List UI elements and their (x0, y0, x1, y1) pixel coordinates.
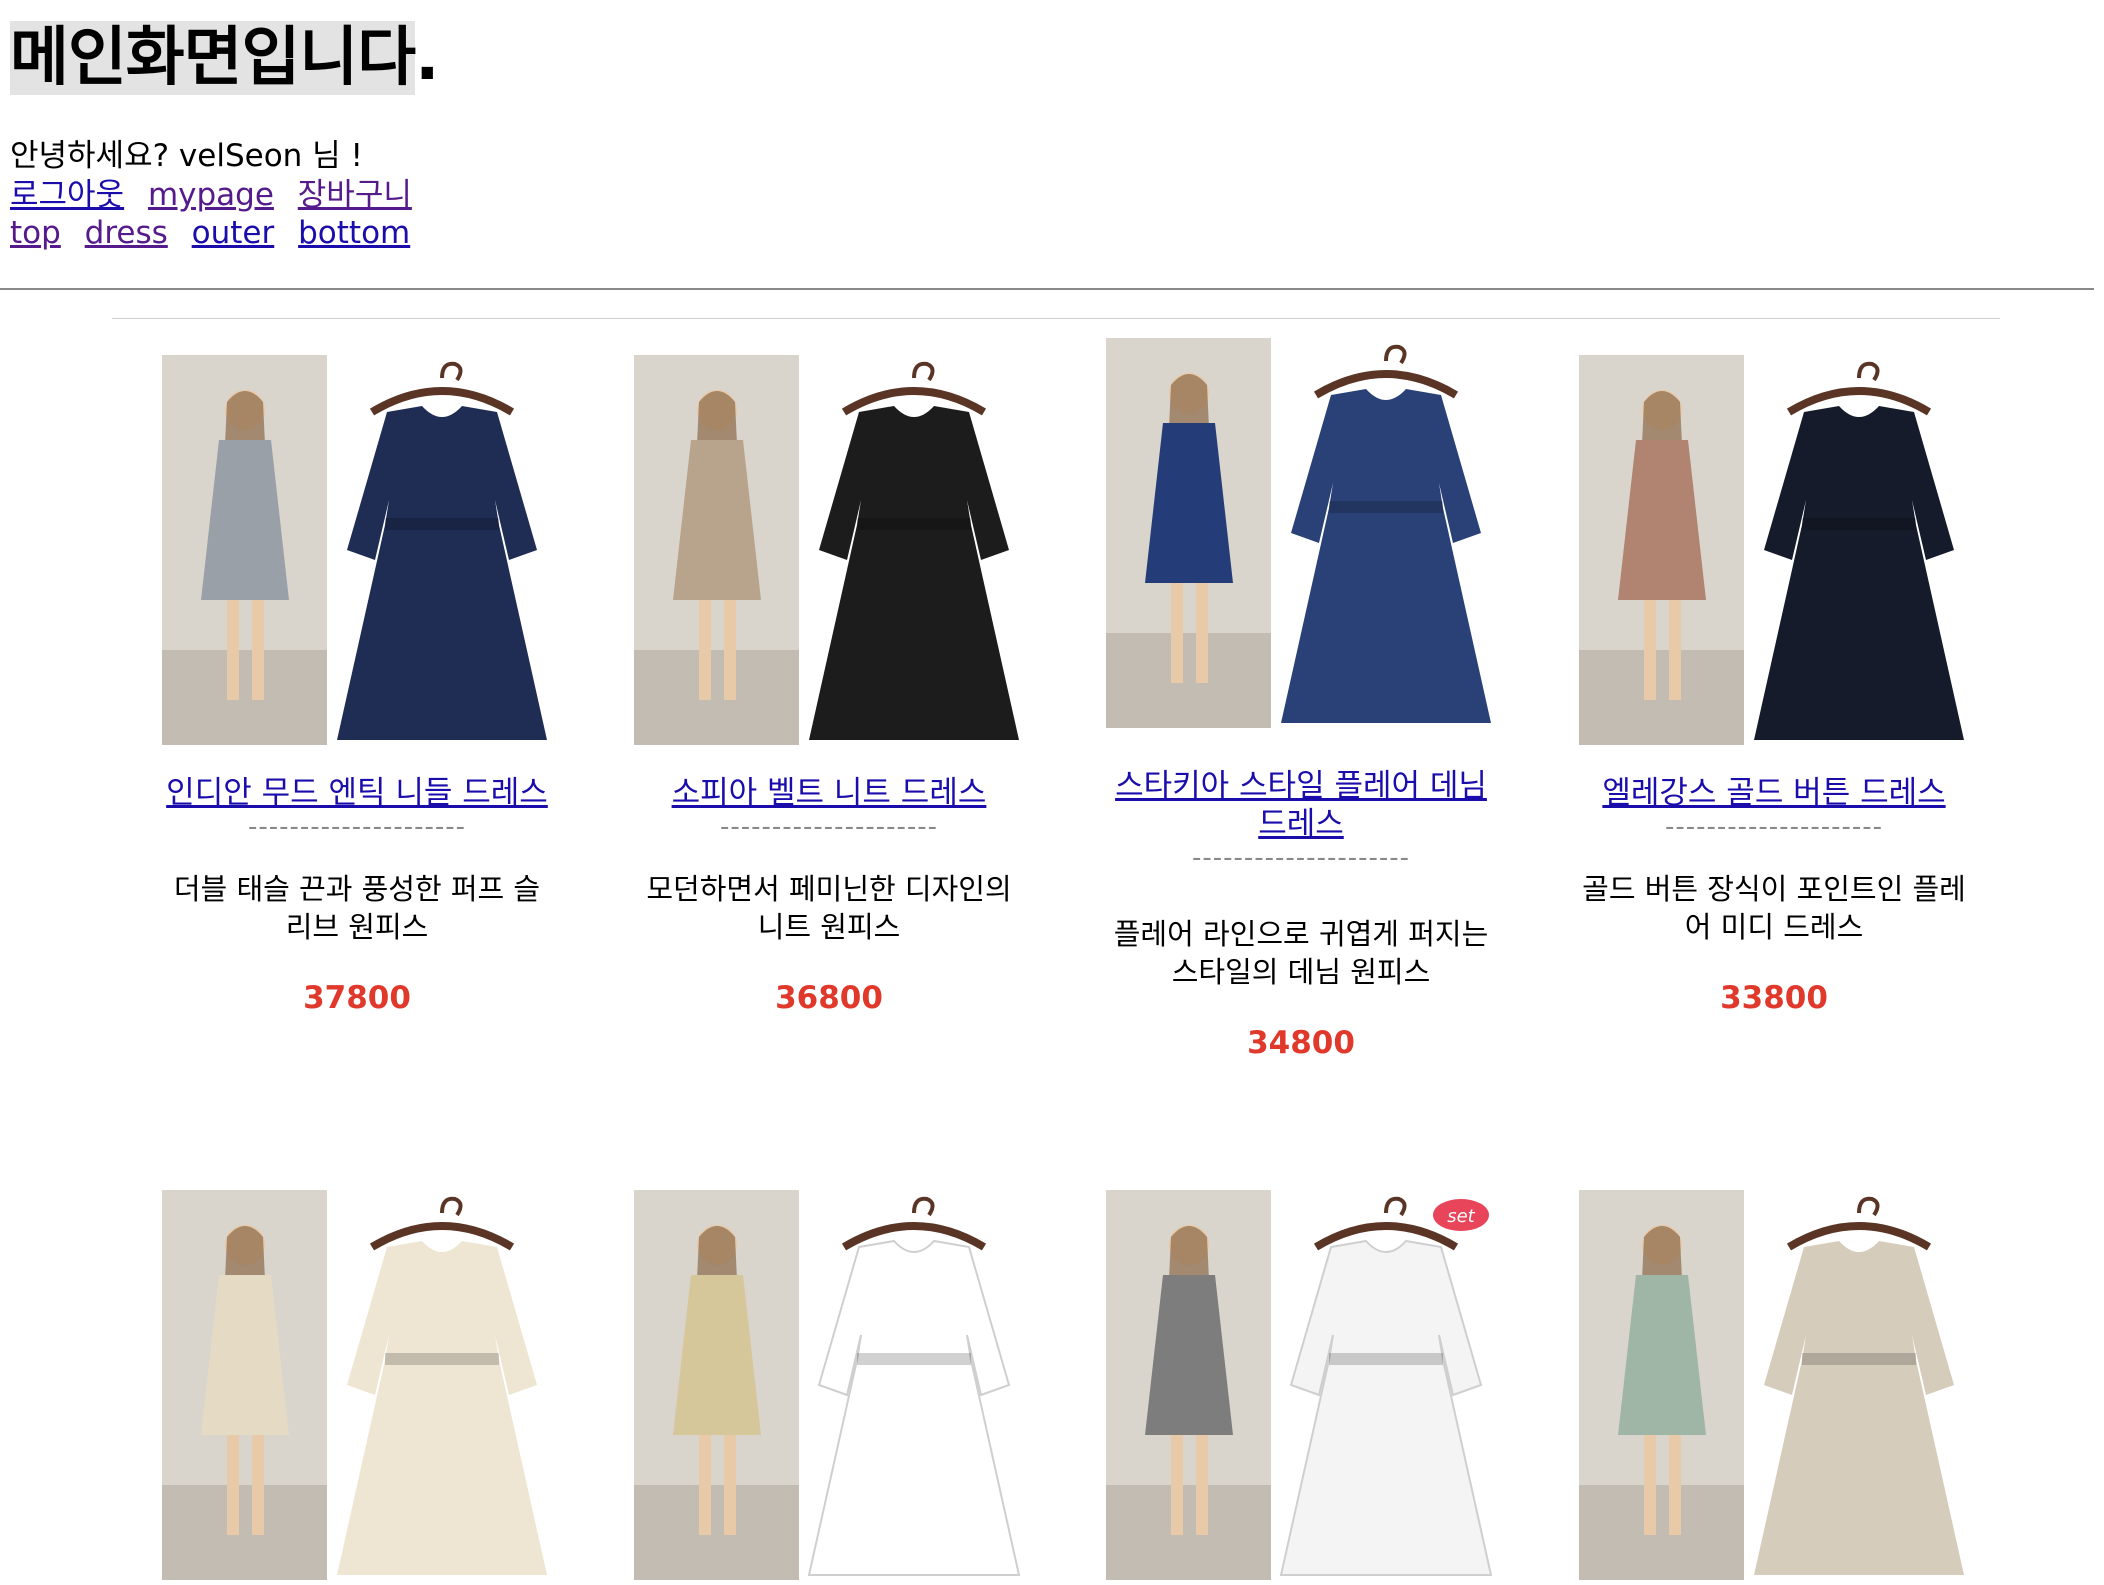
hanger-icon (841, 1196, 987, 1251)
grid-divider (112, 318, 2000, 319)
product-name-link[interactable]: 엘레강스 골드 버튼 드레스 (1602, 775, 1945, 811)
product-description: 더블 태슬 끈과 풍성한 퍼프 슬리브 원피스 (173, 872, 541, 944)
product-card: 엘레강스 골드 버튼 드레스 --------------------- 골드 … (1574, 350, 1974, 1016)
dress-garment (337, 1241, 547, 1575)
hanger-icon (1313, 1196, 1459, 1251)
category-links: top dress outer bottom (10, 214, 2094, 252)
product-card: set (1101, 1185, 1501, 1585)
svg-text:set: set (1447, 1206, 1475, 1227)
product-illustration (634, 355, 1019, 745)
dress-garment (337, 406, 547, 740)
page-title-text: 메인화면입니다 (10, 21, 416, 95)
product-divider: --------------------- (1664, 812, 1884, 842)
product-name-link[interactable]: 스타키아 스타일 플레어 데님 드레스 (1115, 768, 1487, 842)
product-description: 플레어 라인으로 귀엽게 퍼지는 스타일의 데님 원피스 (1113, 917, 1489, 989)
product-price: 33800 (1720, 980, 1828, 1016)
product-name: 스타키아 스타일 플레어 데님 드레스 (1101, 767, 1501, 843)
product-divider: --------------------- (1191, 843, 1411, 873)
product-illustration (634, 1190, 1021, 1580)
product-image[interactable] (157, 1185, 557, 1585)
product-image[interactable] (1574, 350, 1974, 750)
product-image[interactable] (1574, 1185, 1974, 1585)
hanger-icon (1313, 344, 1459, 399)
cart-link[interactable]: 장바구니 (298, 177, 412, 213)
user-links: 로그아웃 mypage 장바구니 (10, 176, 2094, 214)
product-image[interactable] (157, 350, 557, 750)
hanger-icon (841, 361, 987, 416)
page: 메인화면입니다. 안녕하세요? velSeon 님 ! 로그아웃 mypage … (0, 18, 2104, 252)
dress-garment (809, 406, 1019, 740)
product-illustration (1579, 1190, 1964, 1580)
dress-garment (1754, 406, 1964, 740)
top-divider (0, 288, 2094, 290)
product-price: 37800 (303, 980, 411, 1016)
category-dress-link[interactable]: dress (85, 215, 168, 251)
hanger-icon (1786, 361, 1932, 416)
product-illustration (162, 1190, 547, 1580)
product-card: 소피아 벨트 니트 드레스 --------------------- 모던하면… (629, 350, 1029, 1016)
set-badge: set (1433, 1199, 1489, 1231)
product-illustration (1579, 355, 1964, 745)
product-card: 인디안 무드 엔틱 니들 드레스 --------------------- 더… (157, 350, 557, 1016)
product-card: 스타키아 스타일 플레어 데님 드레스 --------------------… (1101, 333, 1501, 1061)
product-divider: --------------------- (247, 812, 467, 842)
product-price: 36800 (775, 980, 883, 1016)
product-description: 골드 버튼 장식이 포인트인 플레어 미디 드레스 (1582, 872, 1966, 944)
product-image[interactable] (629, 1185, 1029, 1585)
product-price: 34800 (1247, 1025, 1355, 1061)
logout-link[interactable]: 로그아웃 (10, 177, 124, 213)
product-illustration (1106, 338, 1491, 728)
product-illustration (162, 355, 547, 745)
product-divider: --------------------- (719, 812, 939, 842)
dress-garment (1754, 1241, 1964, 1575)
hanger-icon (1786, 1196, 1932, 1251)
product-name-link[interactable]: 인디안 무드 엔틱 니들 드레스 (166, 775, 548, 811)
category-bottom-link[interactable]: bottom (298, 215, 410, 251)
product-card (629, 1185, 1029, 1585)
product-image[interactable] (1101, 333, 1501, 733)
product-card (157, 1185, 557, 1585)
product-name: 인디안 무드 엔틱 니들 드레스 (157, 774, 557, 812)
product-name: 엘레강스 골드 버튼 드레스 (1574, 774, 1974, 812)
product-name: 소피아 벨트 니트 드레스 (629, 774, 1029, 812)
category-top-link[interactable]: top (10, 215, 61, 251)
page-title: 메인화면입니다. (10, 18, 2094, 98)
product-image[interactable] (629, 350, 1029, 750)
hanger-icon (369, 1196, 515, 1251)
product-description: 모던하면서 페미닌한 디자인의 니트 원피스 (646, 872, 1012, 944)
greeting-text: 안녕하세요? velSeon 님 ! (10, 138, 363, 174)
page-title-dot: . (415, 21, 439, 95)
mypage-link[interactable]: mypage (148, 177, 274, 213)
category-outer-link[interactable]: outer (192, 215, 275, 251)
dress-garment (1279, 1239, 1493, 1576)
dress-garment (807, 1239, 1021, 1576)
product-illustration: set (1106, 1190, 1493, 1580)
hanger-icon (369, 361, 515, 416)
product-image[interactable]: set (1101, 1185, 1501, 1585)
product-name-link[interactable]: 소피아 벨트 니트 드레스 (672, 775, 987, 811)
product-card (1574, 1185, 1974, 1585)
dress-garment (1281, 389, 1491, 723)
